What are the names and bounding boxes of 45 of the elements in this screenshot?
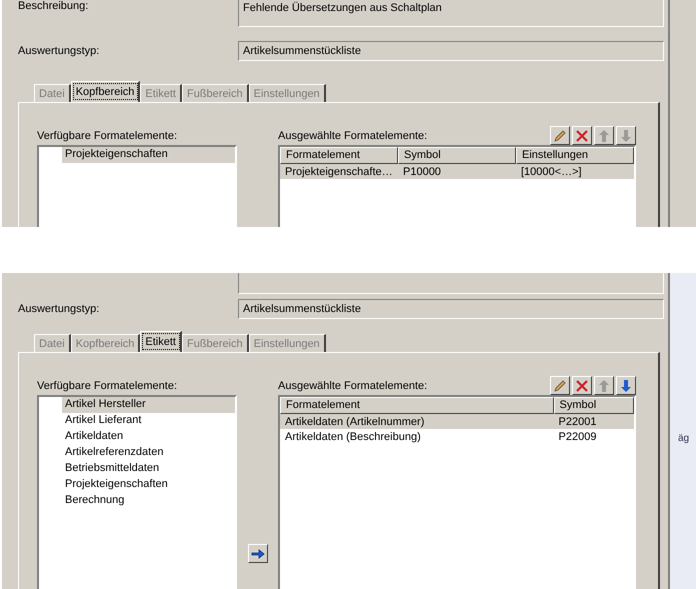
list-item[interactable]: Artikelreferenzdaten [62,445,235,461]
type-field[interactable]: Artikelsummenstückliste [238,41,664,61]
arrow-right-icon [250,548,264,558]
down-button[interactable] [616,376,636,395]
description-field[interactable]: Fehlende Übersetzungen aus Schaltplan [238,0,664,27]
background-window: äg [668,273,696,589]
list-item[interactable]: Projekteigenschaften [62,477,235,493]
column-header[interactable]: Einstellungen [516,147,634,164]
selected-label: Ausgewählte Formatelemente: [278,380,428,392]
delete-icon [575,128,589,142]
edit-button[interactable] [550,126,570,145]
pencil-icon [553,128,567,142]
list-item[interactable]: Projekteigenschaften [62,147,235,163]
add-button[interactable] [248,544,268,563]
table-row[interactable]: Projekteigenschafte… P10000 [10000<…>] [280,164,634,179]
list-item[interactable]: Berechnung [62,493,235,509]
tab[interactable]: Kopfbereich [70,81,140,102]
tab[interactable]: Etikett [140,331,182,352]
arrow-up-icon [597,128,611,142]
delete-icon [575,378,589,392]
type-label: Auswertungstyp: [18,45,100,57]
type-field[interactable]: Artikelsummenstückliste [238,299,664,319]
pencil-icon [553,378,567,392]
description-field[interactable] [238,273,664,294]
selected-label: Ausgewählte Formatelemente: [278,130,428,142]
table-row[interactable]: Artikeldaten (Beschreibung) P22009 [280,429,634,444]
edit-button[interactable] [550,376,570,395]
arrow-down-icon [619,378,633,392]
list-item[interactable]: Artikel Lieferant [62,413,235,429]
delete-button[interactable] [572,126,592,145]
arrow-down-icon [619,128,633,142]
table-row[interactable]: Artikeldaten (Artikelnummer) P22001 [280,414,634,429]
list-item[interactable]: Artikeldaten [62,429,235,445]
column-header[interactable]: Formatelement [280,397,554,414]
description-label: Beschreibung: [18,0,90,12]
list-item[interactable]: Artikel Hersteller [62,397,235,413]
arrow-up-icon [597,378,611,392]
list-item[interactable]: Betriebsmitteldaten [62,461,235,477]
available-label: Verfügbare Formatelemente: [37,380,178,392]
column-header[interactable]: Symbol [554,397,634,414]
delete-button[interactable] [572,376,592,395]
column-header[interactable]: Formatelement [280,147,398,164]
column-header[interactable]: Symbol [398,147,516,164]
available-label: Verfügbare Formatelemente: [37,130,178,142]
type-label: Auswertungstyp: [18,303,100,315]
